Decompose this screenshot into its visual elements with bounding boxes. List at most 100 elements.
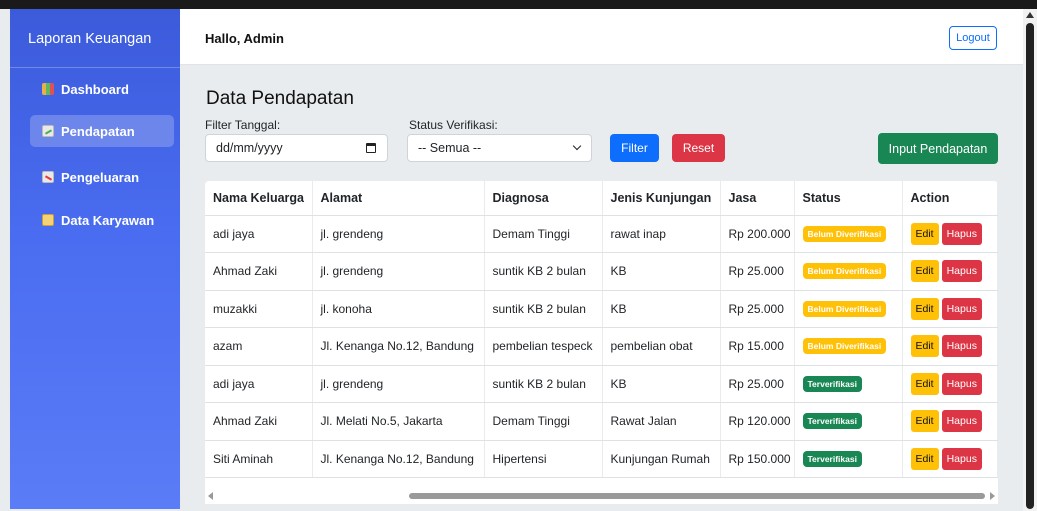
table-row: adi jaya jl. grendeng Demam Tinggi rawat in… bbox=[205, 215, 998, 253]
income-table-container: Nama Keluarga Alamat Diagnosa Jenis Kunj… bbox=[205, 181, 998, 499]
edit-button[interactable]: Edit bbox=[910, 372, 939, 395]
delete-button[interactable]: Hapus bbox=[941, 297, 982, 320]
sidebar-item-label: Pengeluaran bbox=[61, 169, 140, 185]
cell-diagnosa: Demam Tinggi bbox=[484, 215, 603, 253]
sidebar-item-label: Data Karyawan bbox=[61, 212, 155, 228]
column-header[interactable]: Diagnosa bbox=[484, 181, 603, 216]
cell-jasa: Rp 25.000 bbox=[720, 365, 795, 403]
cell-jenis: KB bbox=[602, 365, 721, 403]
delete-button[interactable]: Hapus bbox=[941, 410, 982, 433]
edit-button[interactable]: Edit bbox=[910, 335, 939, 358]
column-header[interactable]: Alamat bbox=[312, 181, 485, 216]
table-row: adi jaya jl. grendeng suntik KB 2 bulan KB R… bbox=[205, 365, 998, 403]
edit-button[interactable]: Edit bbox=[910, 447, 939, 470]
cell-action: Edit Hapus bbox=[902, 290, 998, 328]
delete-button[interactable]: Hapus bbox=[941, 222, 982, 245]
page-title: Data Pendapatan bbox=[206, 88, 354, 109]
column-header[interactable]: Status bbox=[794, 181, 903, 216]
vertical-scrollbar[interactable] bbox=[1023, 9, 1037, 511]
cell-nama: Ahmad Zaki bbox=[205, 402, 313, 441]
edit-button[interactable]: Edit bbox=[910, 260, 939, 283]
scroll-up-arrow-icon[interactable] bbox=[1026, 12, 1034, 18]
cell-jasa: Rp 200.000 bbox=[720, 215, 795, 253]
cell-jasa: Rp 150.000 bbox=[720, 440, 795, 478]
cell-action: Edit Hapus bbox=[902, 365, 998, 403]
cell-diagnosa: suntik KB 2 bulan bbox=[484, 252, 603, 291]
cell-status: Terverifikasi bbox=[794, 402, 903, 441]
table-row: Siti Aminah Jl. Kenanga No.12, Bandung Hip… bbox=[205, 440, 998, 478]
cell-action: Edit Hapus bbox=[902, 440, 998, 478]
cell-nama: azam bbox=[205, 327, 313, 366]
cell-diagnosa: suntik KB 2 bulan bbox=[484, 365, 603, 403]
sidebar-item-dashboard[interactable]: Dashboard bbox=[30, 73, 168, 105]
filter-button[interactable]: Filter bbox=[610, 134, 659, 162]
logout-button[interactable]: Logout bbox=[949, 26, 997, 50]
chart-icon bbox=[42, 83, 54, 95]
cell-action: Edit Hapus bbox=[902, 327, 998, 366]
delete-button[interactable]: Hapus bbox=[941, 260, 982, 283]
cell-action: Edit Hapus bbox=[902, 402, 998, 441]
edit-button[interactable]: Edit bbox=[910, 297, 939, 320]
main-content: Data Pendapatan Filter Tanggal: dd/mm/yy… bbox=[180, 66, 1023, 511]
cell-alamat: jl. grendeng bbox=[312, 365, 485, 403]
cell-jenis: KB bbox=[602, 252, 721, 291]
table-row: muzakki jl. konoha suntik KB 2 bulan KB Rp 2… bbox=[205, 290, 998, 328]
column-header[interactable]: Jasa bbox=[720, 181, 795, 216]
status-badge: Terverifikasi bbox=[802, 375, 862, 392]
sidebar-item-pengeluaran[interactable]: Pengeluaran bbox=[30, 161, 168, 193]
row-actions: Edit Hapus bbox=[910, 372, 982, 395]
horizontal-scrollbar[interactable] bbox=[205, 486, 998, 504]
column-header[interactable]: Nama Keluarga bbox=[205, 181, 313, 216]
column-header[interactable]: Jenis Kunjungan bbox=[602, 181, 721, 216]
sidebar-item-label: Dashboard bbox=[61, 81, 129, 97]
income-chart-icon bbox=[42, 125, 54, 137]
cell-nama: Ahmad Zaki bbox=[205, 252, 313, 291]
app-window: Laporan Keuangan Dashboard Pendapatan Pe… bbox=[0, 0, 1037, 511]
sidebar-item-label: Pendapatan bbox=[61, 123, 135, 139]
input-pendapatan-button[interactable]: Input Pendapatan bbox=[878, 133, 998, 164]
sidebar-item-pendapatan[interactable]: Pendapatan bbox=[30, 115, 174, 147]
cell-jenis: KB bbox=[602, 290, 721, 328]
edit-button[interactable]: Edit bbox=[910, 222, 939, 245]
cell-jenis: pembelian obat bbox=[602, 327, 721, 366]
edit-button[interactable]: Edit bbox=[910, 410, 939, 433]
cell-alamat: jl. grendeng bbox=[312, 252, 485, 291]
scroll-left-arrow-icon[interactable] bbox=[208, 492, 213, 500]
status-select[interactable]: -- Semua -- bbox=[407, 134, 592, 162]
date-filter-input[interactable]: dd/mm/yyyy bbox=[205, 134, 388, 162]
cell-status: Terverifikasi bbox=[794, 440, 903, 478]
status-badge: Terverifikasi bbox=[802, 450, 862, 467]
cell-diagnosa: Demam Tinggi bbox=[484, 402, 603, 441]
date-placeholder: dd/mm/yyyy bbox=[216, 141, 283, 155]
scroll-right-arrow-icon[interactable] bbox=[990, 492, 995, 500]
table-row: Ahmad Zaki jl. grendeng suntik KB 2 bulan K… bbox=[205, 252, 998, 291]
filter-date-label: Filter Tanggal: bbox=[205, 118, 281, 132]
sidebar: Laporan Keuangan Dashboard Pendapatan Pe… bbox=[10, 9, 180, 509]
cell-nama: adi jaya bbox=[205, 215, 313, 253]
window-top-strip bbox=[0, 0, 1037, 9]
row-actions: Edit Hapus bbox=[910, 447, 982, 470]
table-row: Ahmad Zaki Jl. Melati No.5, Jakarta Demam … bbox=[205, 402, 998, 441]
column-header[interactable]: Action bbox=[902, 181, 998, 216]
brand-title[interactable]: Laporan Keuangan bbox=[28, 31, 151, 47]
status-badge: Belum Diverifikasi bbox=[802, 300, 887, 317]
reset-button[interactable]: Reset bbox=[672, 134, 725, 162]
sidebar-item-data-karyawan[interactable]: Data Karyawan bbox=[30, 204, 168, 236]
income-table: Nama Keluarga Alamat Diagnosa Jenis Kunj… bbox=[205, 181, 998, 478]
delete-button[interactable]: Hapus bbox=[941, 372, 982, 395]
cell-jenis: Rawat Jalan bbox=[602, 402, 721, 441]
cell-diagnosa: pembelian tespeck bbox=[484, 327, 603, 366]
status-badge: Belum Diverifikasi bbox=[802, 338, 887, 355]
cell-jenis: Kunjungan Rumah bbox=[602, 440, 721, 478]
cell-status: Belum Diverifikasi bbox=[794, 215, 903, 253]
cell-alamat: Jl. Kenanga No.12, Bandung bbox=[312, 327, 485, 366]
delete-button[interactable]: Hapus bbox=[941, 335, 982, 358]
calendar-icon[interactable] bbox=[366, 143, 376, 153]
status-filter-label: Status Verifikasi: bbox=[409, 118, 498, 132]
horizontal-scrollbar-thumb[interactable] bbox=[409, 493, 985, 499]
delete-button[interactable]: Hapus bbox=[941, 447, 982, 470]
scrollbar-thumb[interactable] bbox=[1026, 23, 1034, 509]
table-header-row: Nama Keluarga Alamat Diagnosa Jenis Kunj… bbox=[205, 181, 998, 216]
status-badge: Terverifikasi bbox=[802, 413, 862, 430]
cell-alamat: Jl. Kenanga No.12, Bandung bbox=[312, 440, 485, 478]
